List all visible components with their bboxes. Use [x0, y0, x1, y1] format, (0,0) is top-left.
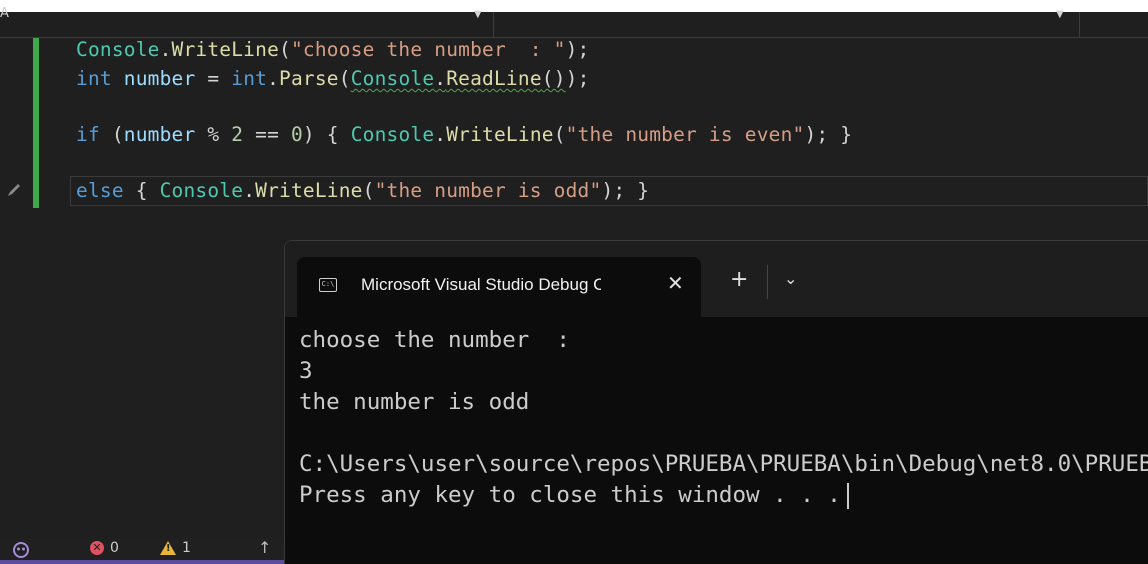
status-accent-strip — [0, 560, 284, 564]
code-token: ( — [279, 38, 291, 61]
code-token: == — [243, 123, 291, 146]
errors-count: 0 — [110, 540, 119, 556]
terminal-tab-strip: C:\ Microsoft Visual Studio Debug Consol… — [285, 241, 1148, 317]
code-token: number — [123, 67, 196, 90]
warnings-indicator[interactable]: ! 1 — [160, 540, 191, 556]
terminal-output[interactable]: choose the number : 3 the number is odd … — [299, 325, 1148, 511]
dropdown-glyph: A — [0, 6, 9, 21]
code-line[interactable]: else { Console.WriteLine("the number is … — [76, 179, 649, 202]
code-token: int — [231, 67, 268, 90]
new-tab-icon[interactable]: + — [730, 267, 748, 292]
code-token: ); — [565, 67, 590, 90]
code-token: . — [159, 38, 172, 61]
output-line: 3 — [299, 358, 313, 384]
code-token: "the number is odd" — [374, 179, 602, 202]
code-token: Console — [350, 123, 435, 146]
code-token: ( — [553, 123, 566, 146]
code-line[interactable]: if (number % 2 == 0) { Console.WriteLine… — [76, 123, 852, 146]
output-line-text: Press any key to close this window . . . — [299, 482, 841, 508]
type-dropdown[interactable]: A ▼ — [0, 6, 494, 37]
code-token: . — [243, 179, 256, 202]
terminal-tab[interactable]: C:\ Microsoft Visual Studio Debug Consol… — [297, 257, 701, 317]
code-token: if — [76, 123, 100, 146]
dropdown-arrow-icon[interactable]: ▼ — [1056, 9, 1064, 20]
close-tab-icon[interactable]: ✕ — [667, 271, 684, 295]
code-token: "the number is even" — [565, 123, 805, 146]
code-token: WriteLine — [171, 38, 280, 61]
output-line: choose the number : — [299, 327, 570, 353]
copilot-button[interactable] — [12, 541, 30, 559]
code-token: . — [267, 67, 280, 90]
code-line[interactable]: Console.WriteLine("choose the number : "… — [76, 38, 589, 61]
tab-dropdown-icon[interactable]: ⌄ — [784, 269, 797, 288]
output-line: C:\Users\user\source\repos\PRUEBA\PRUEBA… — [299, 451, 1148, 477]
copilot-icon — [13, 542, 29, 558]
tab-divider — [767, 265, 768, 299]
text-cursor — [846, 482, 849, 509]
code-token: { — [123, 179, 160, 202]
code-token: . — [434, 123, 447, 146]
warning-icon: ! — [160, 541, 176, 555]
errors-indicator[interactable]: ✕ 0 — [90, 540, 119, 556]
navigation-bar: A ▼ ▼ — [0, 6, 1148, 38]
code-token: % — [195, 123, 232, 146]
dropdown-arrow-icon[interactable]: ▼ — [474, 9, 482, 20]
code-line[interactable]: int number = int.Parse(Console.ReadLine(… — [76, 67, 590, 90]
code-token: ( — [362, 179, 375, 202]
output-line: the number is odd — [299, 389, 530, 415]
code-token: 0 — [290, 123, 303, 146]
code-token: Parse — [279, 67, 339, 90]
warnings-count: 1 — [182, 540, 191, 556]
console-icon: C:\ — [319, 278, 337, 292]
code-token: ); } — [804, 123, 853, 146]
code-token: WriteLine — [446, 123, 554, 146]
code-token: ); } — [601, 179, 650, 202]
debug-console-window[interactable]: C:\ Microsoft Visual Studio Debug Consol… — [284, 240, 1148, 564]
code-token: Console — [76, 38, 160, 61]
code-token: "choose the number : " — [290, 38, 566, 61]
code-token: ) { — [302, 123, 351, 146]
code-token: Console.ReadLine() — [350, 67, 566, 90]
code-token: int — [76, 67, 112, 90]
member-dropdown[interactable]: ▼ — [496, 9, 1080, 37]
error-icon: ✕ — [90, 541, 104, 555]
edit-pencil-icon — [8, 184, 20, 196]
tab-title: Microsoft Visual Studio Debug Console — [361, 275, 601, 294]
navigate-up-arrow-icon[interactable]: ↑ — [258, 538, 271, 557]
code-token: 2 — [231, 123, 244, 146]
code-token: number — [123, 123, 196, 146]
code-token: ( — [338, 67, 351, 90]
code-token: WriteLine — [255, 179, 363, 202]
code-token: Console — [159, 179, 244, 202]
code-token: ( — [99, 123, 124, 146]
output-line: Press any key to close this window . . . — [299, 480, 1148, 511]
change-indicator-bar — [33, 38, 39, 208]
code-token: ); — [565, 38, 590, 61]
code-token: else — [76, 179, 124, 202]
code-token: = — [195, 67, 232, 90]
top-band — [0, 0, 1148, 12]
